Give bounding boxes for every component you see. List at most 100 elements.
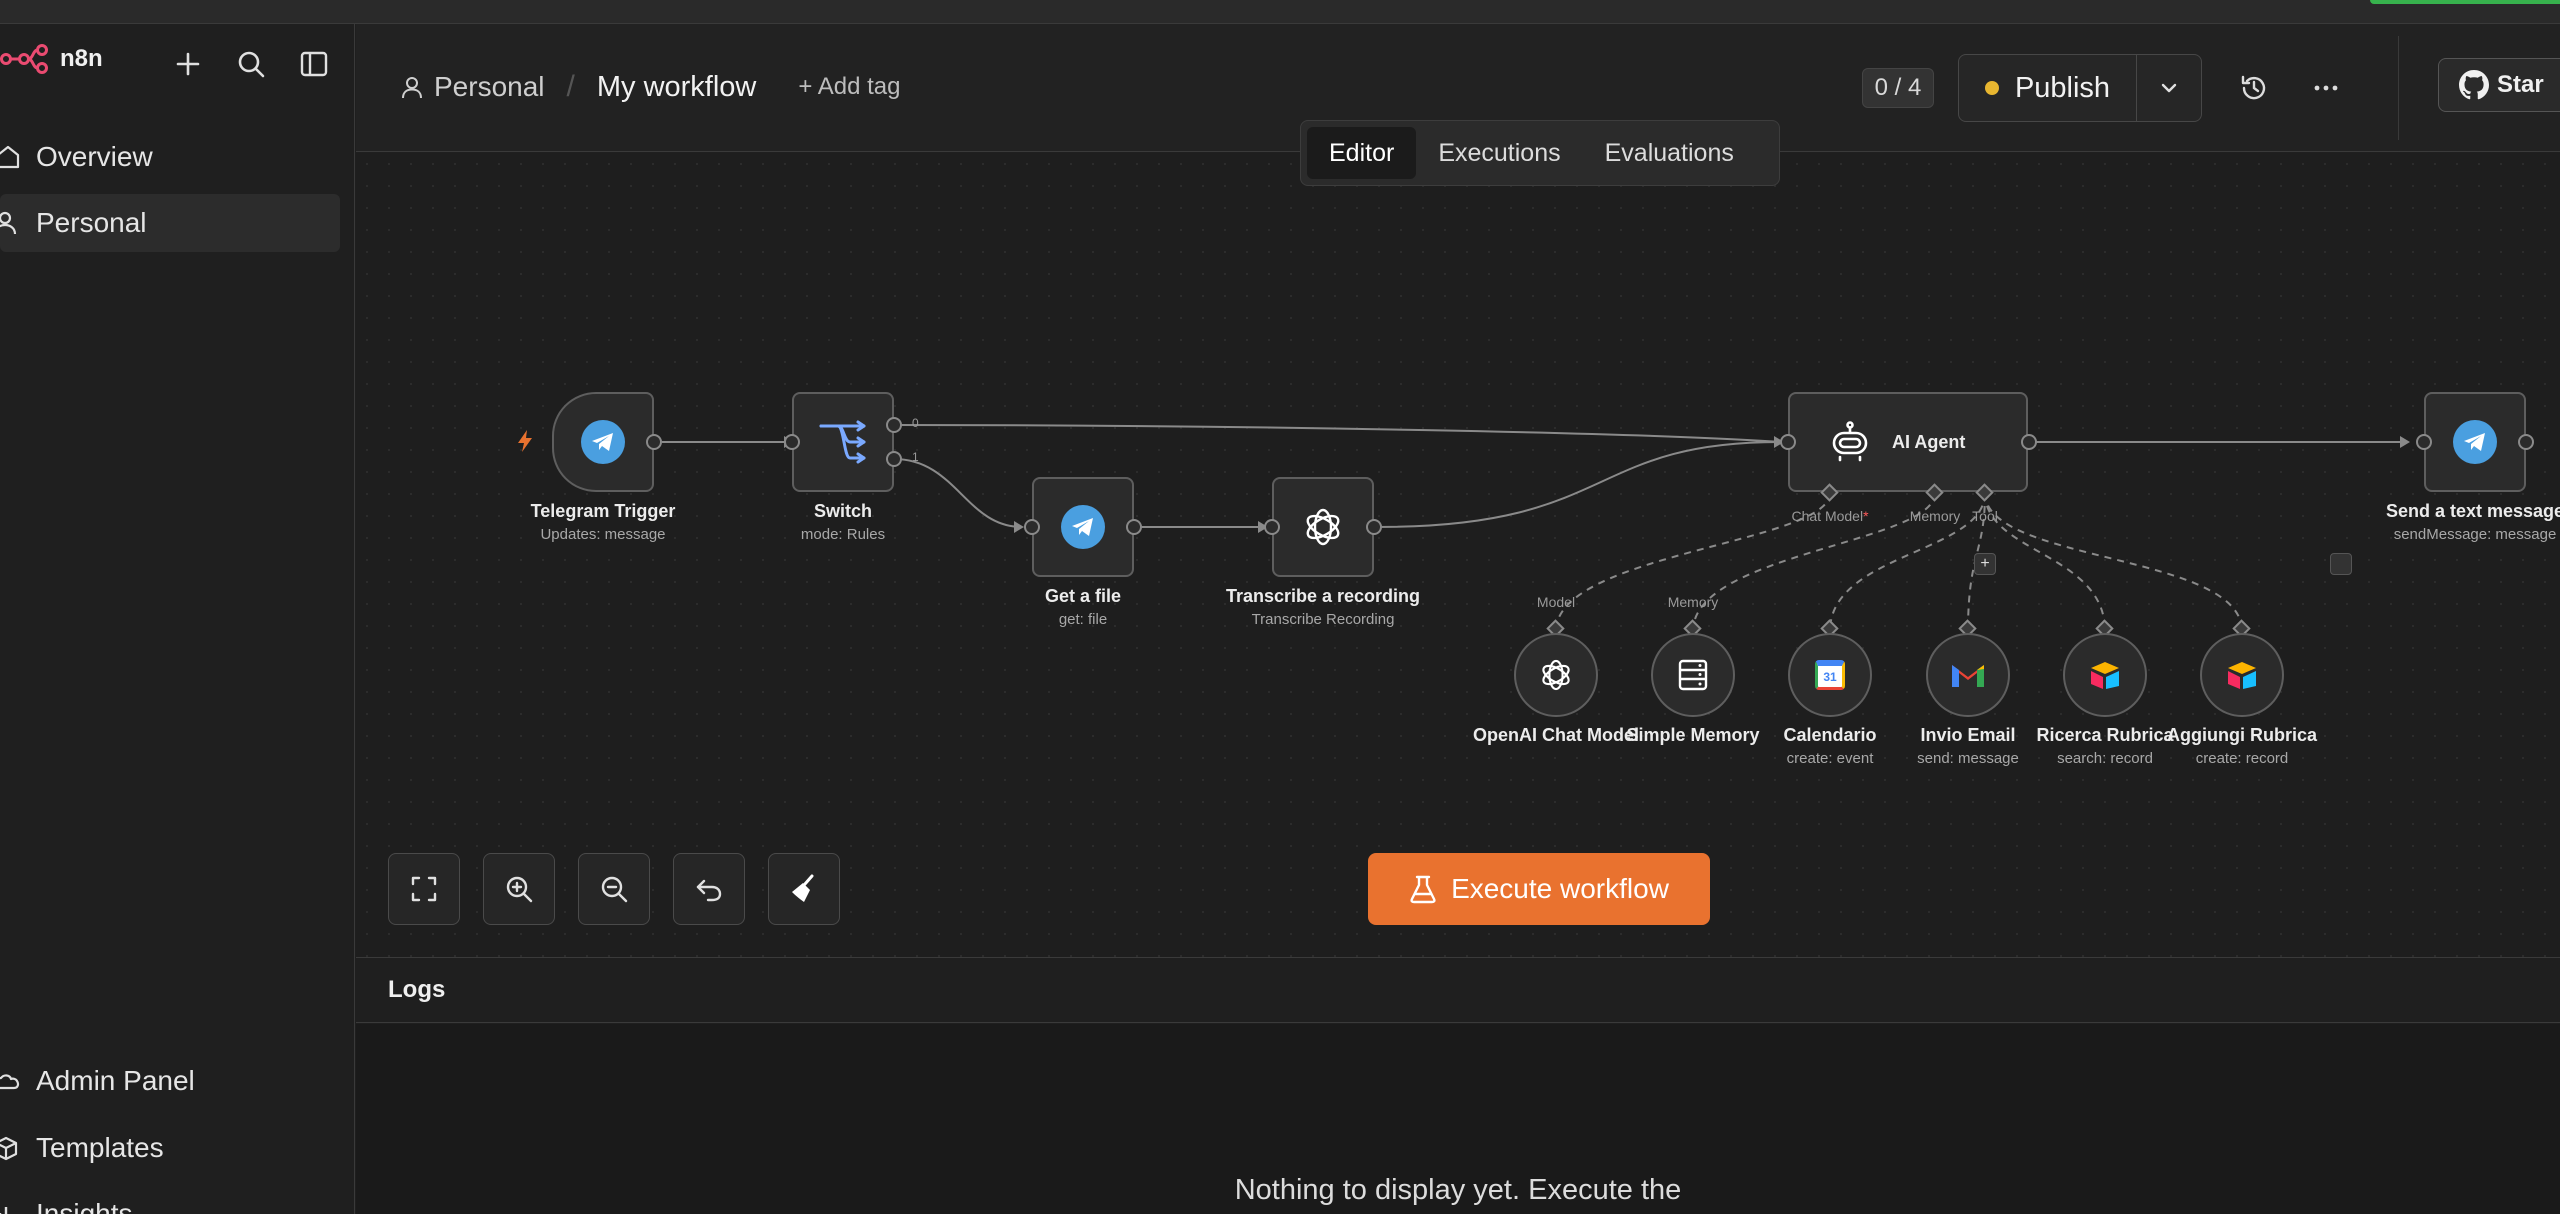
node-openai-chat-model[interactable] bbox=[1514, 633, 1598, 717]
publish-dropdown-button[interactable] bbox=[2137, 55, 2201, 121]
header-divider bbox=[2398, 36, 2399, 140]
status-counter: 0 / 4 bbox=[1862, 68, 1934, 108]
switch-icon bbox=[819, 420, 866, 464]
port-label-memory-out: Memory bbox=[1667, 594, 1719, 610]
output-port[interactable] bbox=[1366, 519, 1382, 535]
add-tool-button[interactable]: + bbox=[1974, 553, 1996, 575]
arrowhead bbox=[2400, 436, 2410, 448]
node-telegram-trigger[interactable] bbox=[552, 392, 654, 492]
tidy-up-button[interactable] bbox=[768, 853, 840, 925]
sidebar-item-label: Personal bbox=[36, 207, 147, 238]
sidebar-item-label: Admin Panel bbox=[36, 1065, 195, 1096]
google-calendar-icon: 31 bbox=[1815, 660, 1845, 690]
node-get-a-file[interactable] bbox=[1032, 477, 1134, 577]
node-label: Get a file bbox=[1044, 586, 1122, 606]
output-port-1[interactable] bbox=[886, 451, 902, 467]
node-subtitle: mode: Rules bbox=[800, 526, 886, 543]
breadcrumb-separator: / bbox=[566, 70, 575, 103]
cloud-icon bbox=[0, 1068, 36, 1094]
tab-evaluations[interactable]: Evaluations bbox=[1583, 127, 1756, 179]
more-options-button[interactable] bbox=[2308, 70, 2344, 106]
input-port[interactable] bbox=[1780, 434, 1796, 450]
history-button[interactable] bbox=[2236, 70, 2272, 106]
publish-button[interactable]: Publish bbox=[1959, 55, 2137, 121]
status-indicator bbox=[2370, 0, 2560, 4]
tab-editor[interactable]: Editor bbox=[1307, 127, 1417, 179]
logo[interactable]: n8n bbox=[0, 44, 103, 74]
sidebar-item-label: Templates bbox=[36, 1132, 164, 1163]
add-tool-button-hidden bbox=[2330, 553, 2352, 575]
publish-status-dot bbox=[1984, 81, 1999, 95]
logs-header[interactable]: Logs bbox=[356, 957, 2560, 1023]
logs-panel: Nothing to display yet. Execute the bbox=[356, 1024, 2560, 1214]
zoom-in-icon bbox=[506, 876, 533, 903]
workflow-name[interactable]: My workflow bbox=[597, 71, 757, 104]
connection-switch-getfile bbox=[893, 458, 1023, 528]
node-ai-agent[interactable]: AI Agent bbox=[1788, 392, 2028, 492]
trigger-lightning-icon bbox=[518, 430, 532, 452]
node-subtitle: sendMessage: message bbox=[2393, 526, 2557, 543]
connection-model bbox=[1555, 492, 1831, 632]
node-send-text-message[interactable] bbox=[2424, 392, 2526, 492]
zoom-out-button[interactable] bbox=[578, 853, 650, 925]
zoom-in-button[interactable] bbox=[483, 853, 555, 925]
add-button[interactable] bbox=[170, 46, 206, 82]
node-aggiungi-rubrica[interactable] bbox=[2200, 633, 2284, 717]
app-name: n8n bbox=[60, 45, 103, 72]
zoom-out-icon bbox=[601, 876, 628, 903]
node-switch[interactable] bbox=[792, 392, 894, 492]
airtable-icon bbox=[2228, 662, 2256, 689]
toggle-sidebar-button[interactable] bbox=[296, 46, 332, 82]
node-label: Telegram Trigger bbox=[530, 501, 676, 521]
sidebar-item-templates[interactable]: Templates bbox=[0, 1119, 340, 1177]
database-icon bbox=[1678, 659, 1708, 691]
input-port[interactable] bbox=[784, 434, 800, 450]
workflow-canvas[interactable]: Telegram Trigger Updates: message 0 1 Sw… bbox=[356, 153, 2560, 957]
tab-executions[interactable]: Executions bbox=[1416, 127, 1582, 179]
output-port[interactable] bbox=[2021, 434, 2037, 450]
execute-workflow-button[interactable]: Execute workflow bbox=[1368, 853, 1710, 925]
node-invio-email[interactable] bbox=[1926, 633, 2010, 717]
search-icon bbox=[238, 51, 265, 78]
node-label: Aggiungi Rubrica bbox=[2167, 725, 2317, 745]
node-label: Calendario bbox=[1783, 725, 1877, 745]
output-port[interactable] bbox=[2518, 434, 2534, 450]
ellipsis-icon bbox=[2314, 85, 2338, 91]
telegram-icon bbox=[1061, 505, 1105, 549]
port-label-memory: Memory bbox=[1909, 508, 1961, 524]
node-transcribe-recording[interactable] bbox=[1272, 477, 1374, 577]
input-port[interactable] bbox=[1264, 519, 1280, 535]
robot-icon bbox=[1832, 421, 1868, 462]
github-star-button[interactable]: Star bbox=[2438, 58, 2560, 112]
node-calendario[interactable]: 31 bbox=[1788, 633, 1872, 717]
search-button[interactable] bbox=[233, 46, 269, 82]
sidebar-item-insights[interactable]: Insights bbox=[0, 1185, 340, 1214]
node-simple-memory[interactable] bbox=[1651, 633, 1735, 717]
output-port-0[interactable] bbox=[886, 417, 902, 433]
output-port[interactable] bbox=[1126, 519, 1142, 535]
sidebar-item-admin-panel[interactable]: Admin Panel bbox=[0, 1052, 340, 1110]
input-port[interactable] bbox=[2416, 434, 2432, 450]
project-name: Personal bbox=[434, 71, 545, 102]
fullscreen-icon bbox=[411, 876, 437, 902]
output-label-1: 1 bbox=[912, 450, 919, 464]
sidebar-item-personal[interactable]: Personal bbox=[0, 194, 340, 252]
add-tag-button[interactable]: + Add tag bbox=[798, 73, 900, 101]
user-icon bbox=[402, 77, 422, 99]
node-subtitle: Updates: message bbox=[540, 526, 666, 543]
input-port[interactable] bbox=[1024, 519, 1040, 535]
undo-button[interactable] bbox=[673, 853, 745, 925]
breadcrumb-project[interactable]: Personal bbox=[400, 71, 545, 103]
node-ricerca-rubrica[interactable] bbox=[2063, 633, 2147, 717]
user-icon bbox=[0, 210, 36, 236]
fit-view-button[interactable] bbox=[388, 853, 460, 925]
n8n-logo-icon bbox=[0, 44, 48, 74]
sidebar-toggle-icon bbox=[300, 51, 328, 77]
github-icon bbox=[2459, 70, 2489, 100]
node-subtitle: get: file bbox=[1058, 611, 1108, 628]
plus-icon bbox=[176, 52, 200, 76]
breadcrumb: Personal / My workflow + Add tag bbox=[400, 70, 900, 104]
publish-button-group: Publish bbox=[1958, 54, 2202, 122]
output-port[interactable] bbox=[646, 434, 662, 450]
sidebar-item-overview[interactable]: Overview bbox=[0, 128, 340, 186]
